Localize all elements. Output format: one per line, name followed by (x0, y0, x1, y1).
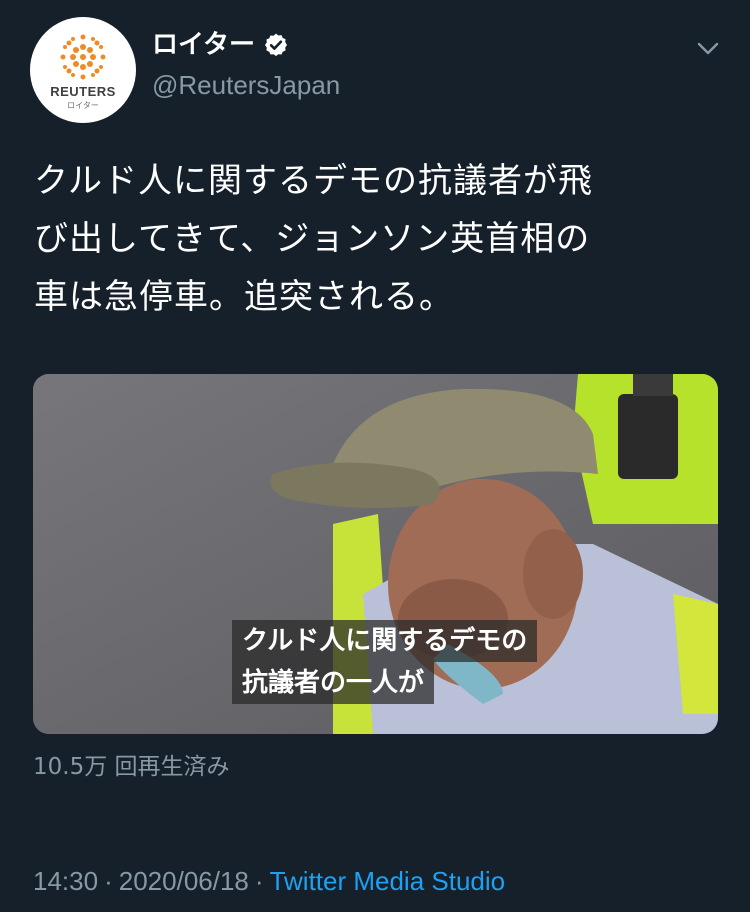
meta-separator: · (254, 866, 264, 896)
meta-separator: · (104, 866, 113, 896)
video-caption-line: 抗議者の一人が (232, 662, 435, 704)
tweet-text: クルド人に関するデモの抗議者が飛 び出してきて、ジョンソン英首相の 車は急停車。… (34, 152, 714, 326)
tweet-time[interactable]: 14:30 (33, 866, 98, 896)
verified-badge-icon (264, 33, 288, 57)
video-player[interactable]: クルド人に関するデモの 抗議者の一人が (33, 374, 718, 734)
tweet-text-line: 車は急停車。追突される。 (34, 277, 454, 317)
tweet-text-line: び出してきて、ジョンソン英首相の (34, 219, 591, 259)
tweet-source-link[interactable]: Twitter Media Studio (270, 866, 506, 896)
tweet: REUTERS ロイター ロイター @ReutersJapan クルド人に関する… (0, 0, 750, 912)
chevron-down-icon[interactable] (694, 34, 722, 62)
view-count: 10.5万 回再生済み (33, 754, 230, 780)
avatar[interactable]: REUTERS ロイター (30, 17, 136, 123)
tweet-date[interactable]: 2020/06/18 (119, 866, 249, 896)
tweet-metadata: 14:30 · 2020/06/18 · Twitter Media Studio (33, 864, 505, 898)
avatar-brand-text: REUTERS (50, 83, 116, 99)
avatar-brand-subtext: ロイター (67, 100, 99, 110)
user-handle[interactable]: @ReutersJapan (152, 68, 340, 102)
video-caption: クルド人に関するデモの 抗議者の一人が (232, 620, 538, 704)
tweet-text-line: クルド人に関するデモの抗議者が飛 (34, 161, 593, 201)
reuters-logo-icon (60, 34, 106, 79)
display-name[interactable]: ロイター (152, 28, 255, 62)
author-name-row: ロイター (152, 28, 289, 62)
video-caption-line: クルド人に関するデモの (232, 620, 538, 662)
